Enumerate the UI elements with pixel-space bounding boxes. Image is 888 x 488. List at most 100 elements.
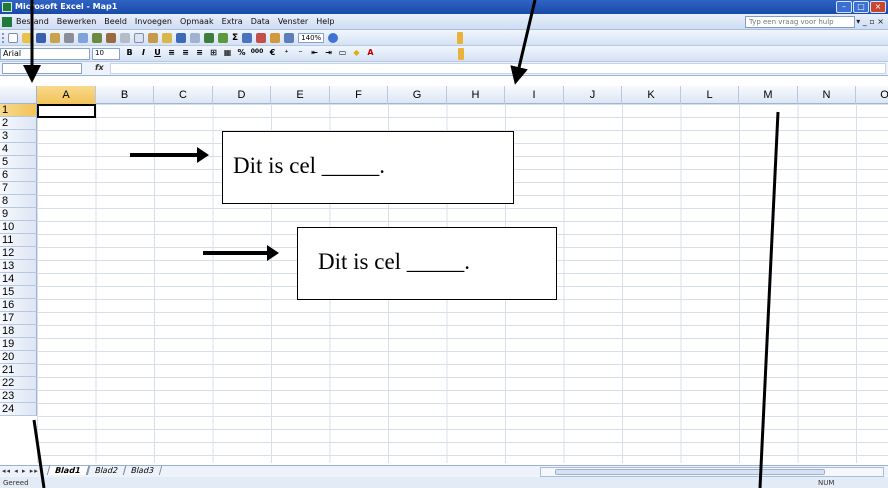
percent-button[interactable]: % [236,48,247,57]
sort-ascending-icon[interactable] [242,33,253,43]
new-icon[interactable] [8,33,18,43]
row-header[interactable]: 22 [0,377,37,390]
borders-icon[interactable]: ▭ [337,48,348,57]
bold-button[interactable]: B [124,48,135,57]
font-name-select[interactable]: Arial [0,48,90,60]
row-header[interactable]: 16 [0,299,37,312]
help-search-input[interactable]: Typ een vraag voor hulp [745,16,855,28]
row-header[interactable]: 13 [0,260,37,273]
font-color-icon[interactable]: A [365,48,376,57]
permission-icon[interactable] [50,33,60,43]
print-icon[interactable] [64,33,74,43]
help-icon[interactable] [328,33,339,43]
menu-bestand[interactable]: Bestand [16,17,49,26]
row-header[interactable]: 6 [0,169,37,182]
fill-color-icon[interactable]: ◆ [351,48,362,57]
row-header[interactable]: 19 [0,338,37,351]
menu-bewerken[interactable]: Bewerken [57,17,97,26]
increase-indent-icon[interactable]: ⇥ [323,48,334,57]
autosum-icon[interactable]: Σ [232,33,238,43]
active-cell-a1[interactable] [37,104,96,118]
menu-invoegen[interactable]: Invoegen [135,17,172,26]
row-header[interactable]: 11 [0,234,37,247]
column-header[interactable]: I [505,86,564,104]
workbook-window-controls[interactable]: ▾ _ ▫ × [856,17,884,26]
menu-venster[interactable]: Venster [278,17,308,26]
research-icon[interactable] [106,33,116,43]
column-header[interactable]: A [37,86,96,104]
sheet-tab-blad3[interactable]: Blad3 [123,466,163,475]
sheet-tab-blad1[interactable]: Blad1 [46,466,89,475]
paste-icon[interactable] [148,33,158,43]
save-icon[interactable] [36,33,46,43]
spelling-icon[interactable] [92,33,102,43]
row-header[interactable]: 8 [0,195,37,208]
increase-decimal-icon[interactable]: ⁺ [281,48,292,57]
row-header[interactable]: 10 [0,221,37,234]
menu-help[interactable]: Help [316,17,334,26]
row-header[interactable]: 24 [0,403,37,416]
select-all-corner[interactable] [0,86,37,104]
horizontal-scrollbar[interactable] [540,467,884,477]
row-header[interactable]: 17 [0,312,37,325]
menu-extra[interactable]: Extra [222,17,243,26]
drawing-icon[interactable] [284,33,295,43]
row-header[interactable]: 23 [0,390,37,403]
redo-icon[interactable] [190,33,200,43]
row-header[interactable]: 18 [0,325,37,338]
copy-icon[interactable] [134,33,144,43]
italic-button[interactable]: I [138,48,149,57]
row-header[interactable]: 21 [0,364,37,377]
euro-button[interactable]: € [267,48,278,57]
font-size-select[interactable]: 10 [92,48,120,60]
minimize-button[interactable]: – [836,1,852,13]
column-header[interactable]: J [564,86,622,104]
hyperlink-icon[interactable] [204,33,214,43]
merge-center-icon[interactable]: ⊞ [208,48,219,57]
column-header[interactable]: E [271,86,330,104]
chart-icon[interactable] [270,33,281,43]
toolbar-options-icon[interactable] [457,32,463,44]
align-left-icon[interactable]: ≡ [166,48,177,57]
maximize-button[interactable]: □ [853,1,869,13]
formatting-options-icon[interactable] [458,48,464,60]
align-center-icon[interactable]: ≡ [180,48,191,57]
row-header[interactable]: 3 [0,130,37,143]
align-right-icon[interactable]: ≡ [194,48,205,57]
print-preview-icon[interactable] [78,33,88,43]
column-header[interactable]: O [856,86,888,104]
close-button[interactable]: × [870,1,886,13]
menu-data[interactable]: Data [251,17,270,26]
column-header[interactable]: H [447,86,505,104]
chart-wizard-icon[interactable] [218,33,228,43]
column-header[interactable]: G [388,86,447,104]
row-header[interactable]: 12 [0,247,37,260]
row-header[interactable]: 20 [0,351,37,364]
row-header[interactable]: 15 [0,286,37,299]
column-header[interactable]: K [622,86,681,104]
row-header[interactable]: 9 [0,208,37,221]
zoom-select[interactable]: 140% [298,33,325,43]
formula-input[interactable] [110,63,886,74]
thousands-button[interactable]: 000 [250,48,264,57]
column-header[interactable]: N [798,86,856,104]
row-header[interactable]: 14 [0,273,37,286]
scrollbar-thumb[interactable] [555,469,825,475]
row-header[interactable]: 4 [0,143,37,156]
undo-icon[interactable] [176,33,186,43]
currency-icon[interactable]: ▦ [222,48,233,57]
decrease-decimal-icon[interactable]: ⁻ [295,48,306,57]
column-header[interactable]: L [681,86,739,104]
column-header[interactable]: D [213,86,271,104]
cut-icon[interactable] [120,33,130,43]
menu-opmaak[interactable]: Opmaak [180,17,214,26]
open-icon[interactable] [22,33,32,43]
underline-button[interactable]: U [152,48,163,57]
sort-descending-icon[interactable] [256,33,267,43]
row-header[interactable]: 5 [0,156,37,169]
column-header[interactable]: C [154,86,213,104]
menu-beeld[interactable]: Beeld [104,17,127,26]
column-header[interactable]: B [96,86,154,104]
decrease-indent-icon[interactable]: ⇤ [309,48,320,57]
column-header[interactable]: F [330,86,388,104]
